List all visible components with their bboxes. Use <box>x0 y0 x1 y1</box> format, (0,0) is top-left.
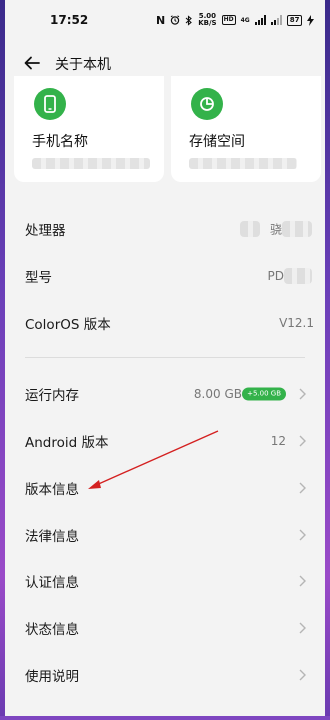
android-version-row[interactable]: Android 版本 12 <box>14 418 316 464</box>
frame-bottom-edge <box>0 716 330 720</box>
storage-card[interactable]: 存储空间 <box>171 76 321 182</box>
storage-title: 存储空间 <box>189 134 245 150</box>
processor-redacted-suffix <box>282 221 312 237</box>
chevron-right-icon <box>299 435 306 447</box>
processor-row: 处理器 骁 <box>14 206 316 252</box>
ram-expansion-badge: +5.00 GB <box>242 387 286 401</box>
legal-info-row[interactable]: 法律信息 <box>14 512 316 558</box>
processor-redacted-prefix <box>240 221 260 237</box>
pie-chart-icon <box>191 88 223 120</box>
chevron-right-icon <box>299 482 306 494</box>
status-info-row[interactable]: 状态信息 <box>14 605 316 651</box>
version-info-row[interactable]: 版本信息 <box>14 465 316 511</box>
chevron-right-icon <box>299 622 306 634</box>
bluetooth-icon <box>185 14 193 26</box>
coloros-row: ColorOS 版本 V12.1 <box>14 300 316 346</box>
chevron-right-icon <box>299 669 306 681</box>
processor-value: 骁 <box>269 222 282 237</box>
model-row: 型号 PD <box>14 253 316 299</box>
status-icons: N 5.00 KB/S HD 4G 87 <box>156 13 315 27</box>
ram-value: 8.00 GB <box>193 387 242 401</box>
frame-left-edge <box>0 0 5 720</box>
certification-info-label: 认证信息 <box>25 575 79 591</box>
page-title: 关于本机 <box>55 57 111 73</box>
model-redacted <box>284 268 312 284</box>
frame-right-edge <box>325 0 330 720</box>
hd-badge: HD <box>221 15 236 25</box>
network-speed-unit: KB/S <box>198 19 217 27</box>
coloros-label: ColorOS 版本 <box>25 317 111 333</box>
model-label: 型号 <box>25 270 52 286</box>
version-info-label: 版本信息 <box>25 482 79 498</box>
network-speed: 5.00 KB/S <box>198 13 216 27</box>
signal-label: 4G <box>240 16 250 24</box>
android-version-label: Android 版本 <box>25 435 109 451</box>
signal-bars-2-icon <box>270 15 282 25</box>
ram-label: 运行内存 <box>25 388 79 404</box>
android-version-value: 12 <box>270 434 286 448</box>
status-time: 17:52 <box>50 13 89 27</box>
device-name-redacted <box>32 158 150 169</box>
chevron-right-icon <box>299 529 306 541</box>
alarm-icon <box>170 15 180 25</box>
signal-bars-icon <box>254 15 266 25</box>
chevron-right-icon <box>299 388 306 400</box>
legal-info-label: 法律信息 <box>25 529 79 545</box>
section-divider <box>25 357 305 358</box>
device-name-title: 手机名称 <box>32 134 88 150</box>
phone-icon <box>34 88 66 120</box>
chevron-right-icon <box>299 575 306 587</box>
processor-label: 处理器 <box>25 223 66 239</box>
status-bar: 17:52 N 5.00 KB/S HD 4G 87 <box>0 0 330 40</box>
ram-row[interactable]: 运行内存 8.00 GB +5.00 GB <box>14 371 316 417</box>
battery-icon: 87 <box>286 14 303 26</box>
user-guide-label: 使用说明 <box>25 669 79 685</box>
device-name-card[interactable]: 手机名称 <box>14 76 164 182</box>
arrow-left-icon[interactable] <box>22 53 42 73</box>
storage-redacted <box>189 158 297 169</box>
user-guide-row[interactable]: 使用说明 <box>14 652 316 698</box>
nfc-icon: N <box>156 13 166 27</box>
certification-info-row[interactable]: 认证信息 <box>14 558 316 604</box>
charging-icon <box>307 14 315 26</box>
model-value: PD <box>267 269 284 283</box>
status-info-label: 状态信息 <box>25 622 79 638</box>
coloros-value: V12.1 <box>279 316 314 330</box>
